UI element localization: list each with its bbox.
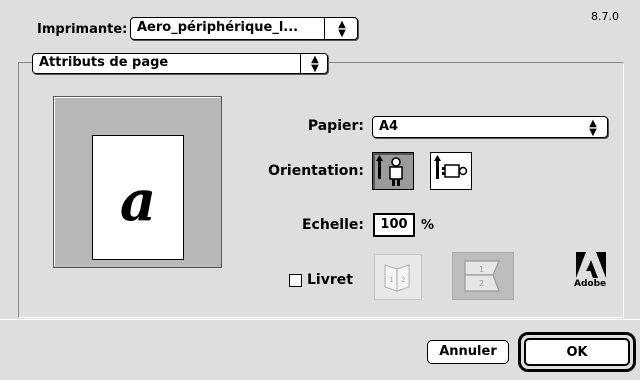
orientation-label: Orientation:	[268, 163, 364, 179]
svg-text:2: 2	[479, 279, 484, 288]
preview-glyph: a	[119, 168, 157, 234]
popup-arrows-icon: ▲ ▼	[311, 54, 319, 74]
printer-select-value: Aero_périphérique_l...	[137, 20, 299, 35]
section-select-value: Attributs de page	[39, 55, 169, 70]
adobe-logo-text: Adobe	[574, 279, 607, 289]
popup-arrows-icon: ▲ ▼	[589, 118, 597, 138]
scale-unit: %	[421, 218, 435, 233]
printer-label: Imprimante:	[37, 22, 128, 37]
section-select[interactable]: Attributs de page ▲ ▼	[32, 53, 328, 74]
booklet-label: Livret	[307, 272, 353, 288]
landscape-orientation-button[interactable]	[430, 152, 472, 190]
printer-select[interactable]: Aero_périphérique_l... ▲ ▼	[130, 17, 358, 40]
adobe-logo-icon	[576, 252, 606, 278]
paper-label: Papier:	[307, 118, 364, 134]
booklet-left-binding-icon: 1 2	[384, 264, 410, 292]
ok-button-default-ring: OK	[518, 332, 636, 372]
svg-text:1: 1	[479, 265, 484, 274]
booklet-left-binding-button[interactable]: 1 2	[374, 254, 422, 300]
portrait-orientation-icon	[376, 155, 403, 186]
scale-input[interactable]: 100	[373, 213, 415, 237]
booklet-checkbox[interactable]	[289, 274, 302, 287]
cancel-button[interactable]: Annuler	[427, 340, 509, 364]
svg-text:1: 1	[389, 276, 393, 284]
adobe-logo: Adobe	[574, 252, 610, 292]
popup-arrows-icon: ▲ ▼	[338, 19, 346, 39]
portrait-orientation-button[interactable]	[372, 152, 414, 190]
paper-select[interactable]: A4 ▲ ▼	[372, 116, 608, 138]
svg-text:2: 2	[401, 276, 405, 284]
landscape-orientation-icon	[434, 155, 468, 179]
version-label: 8.7.0	[591, 10, 619, 23]
page-preview: a	[53, 96, 222, 268]
scale-label: Echelle:	[301, 217, 364, 233]
booklet-right-binding-button[interactable]: 1 2	[452, 252, 514, 300]
paper-preview: a	[92, 135, 184, 260]
booklet-right-binding-icon: 1 2	[464, 260, 500, 292]
ok-button[interactable]: OK	[524, 338, 630, 366]
paper-select-value: A4	[379, 119, 399, 134]
